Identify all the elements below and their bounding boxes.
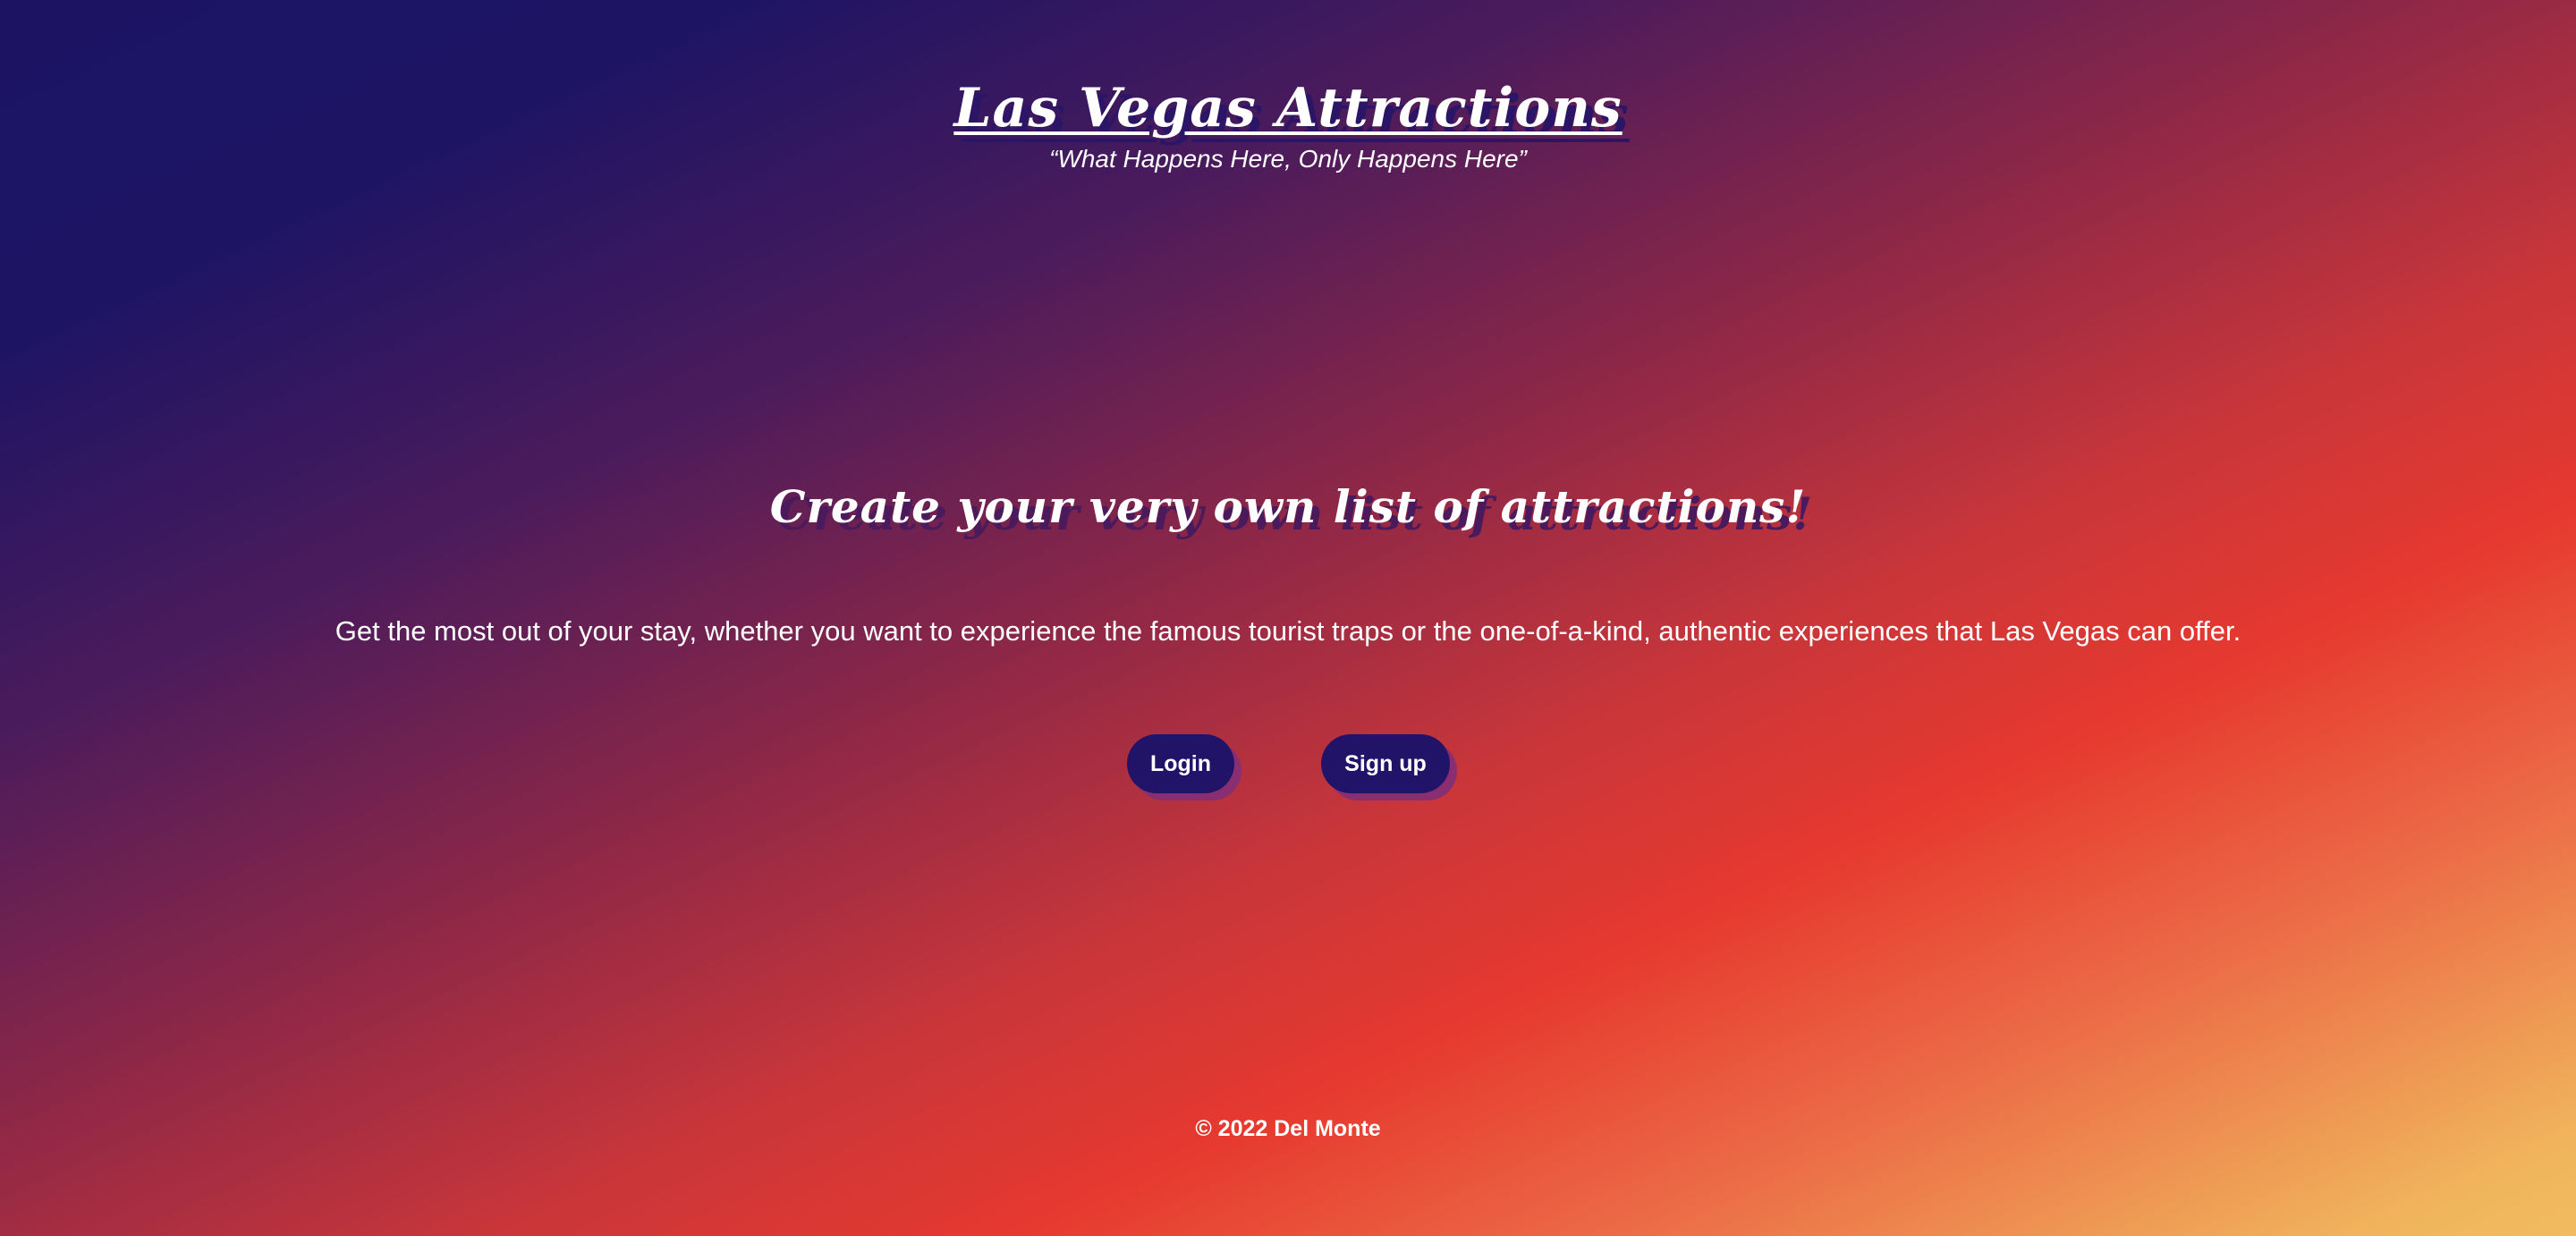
sign-up-button[interactable]: Sign up (1321, 734, 1450, 793)
login-button[interactable]: Login (1127, 734, 1234, 793)
site-title[interactable]: Las Vegas Attractions (953, 75, 1622, 141)
site-tagline: “What Happens Here, Only Happens Here” (1049, 145, 1527, 173)
footer-copyright: © 2022 Del Monte (1195, 1116, 1381, 1141)
hero-heading: Create your very own list of attractions… (769, 480, 1807, 533)
site-header: Las Vegas Attractions “What Happens Here… (0, 75, 2576, 175)
hero-description: Get the most out of your stay, whether y… (335, 615, 2241, 647)
